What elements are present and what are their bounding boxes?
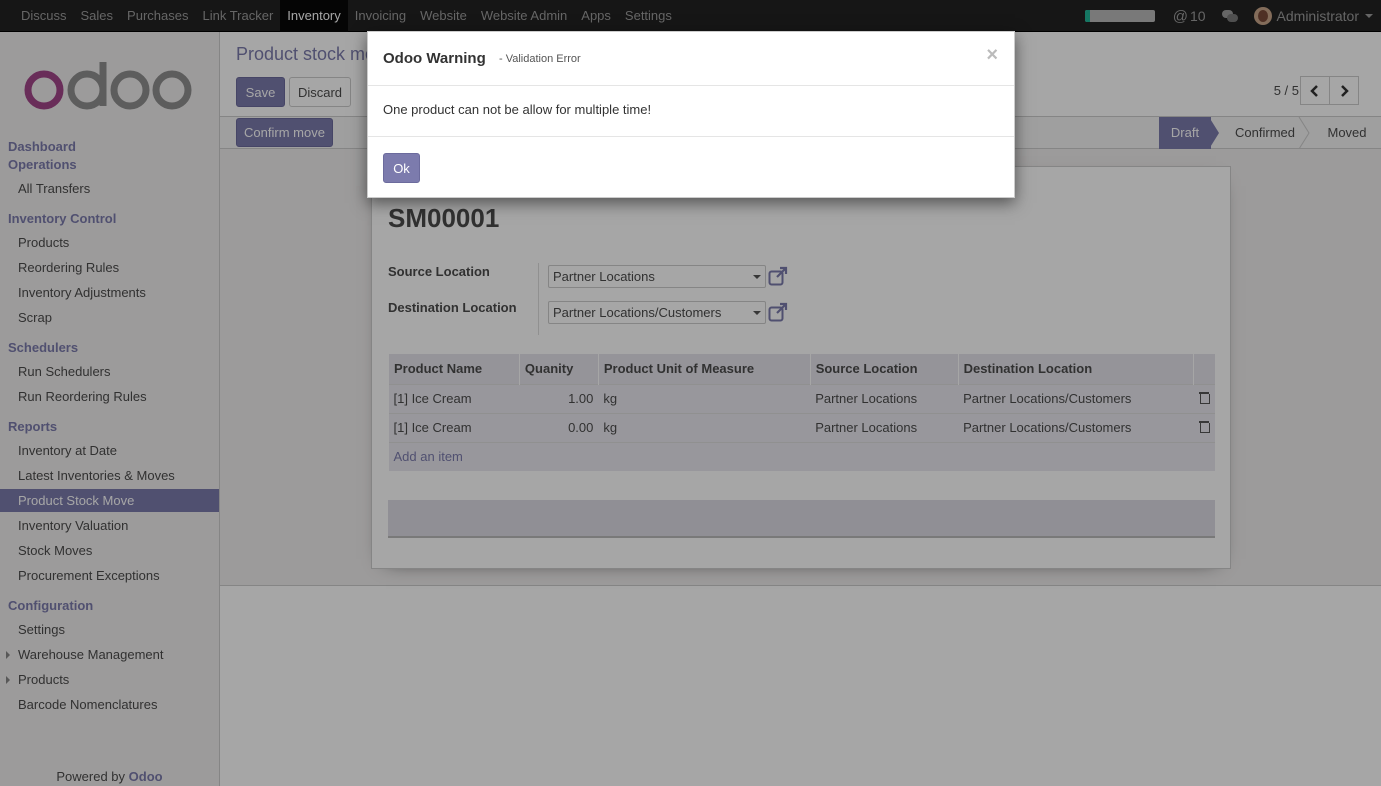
- dialog-title: Odoo Warning: [383, 50, 486, 67]
- dialog-header: Odoo Warning - Validation Error ×: [368, 32, 1014, 86]
- dialog-subtitle: - Validation Error: [499, 53, 581, 65]
- dialog-footer: Ok: [368, 136, 1014, 198]
- ok-button[interactable]: Ok: [383, 153, 420, 183]
- warning-dialog: Odoo Warning - Validation Error × One pr…: [367, 31, 1015, 198]
- dialog-message: One product can not be allow for multipl…: [383, 102, 652, 117]
- close-icon[interactable]: ×: [986, 44, 998, 67]
